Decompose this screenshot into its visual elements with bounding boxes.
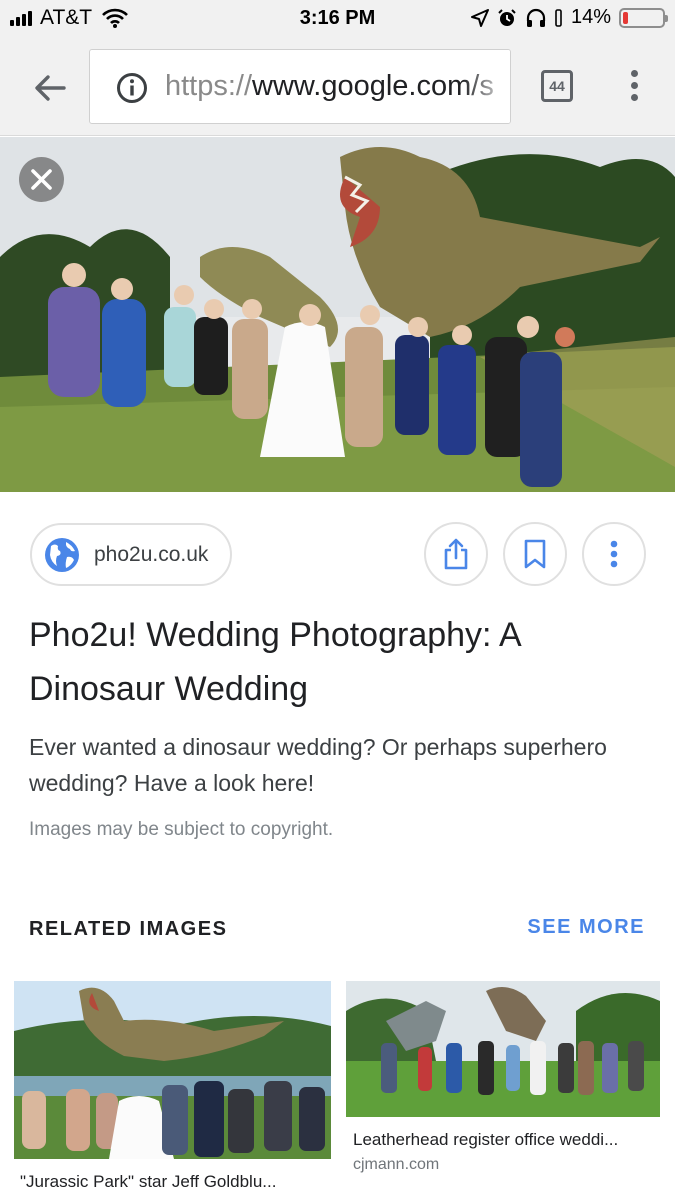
related-source-2: cjmann.com [353,1156,440,1173]
alarm-icon [498,8,516,26]
source-label: pho2u.co.uk [94,542,209,566]
related-caption-1[interactable]: "Jurassic Park" star Jeff Goldblu... [20,1172,276,1192]
share-button[interactable] [424,522,488,586]
hero-image[interactable] [0,137,675,492]
browser-toolbar: https://www.google.com/s 44 [0,38,675,136]
battery-icon [619,7,668,28]
globe-icon [45,537,79,572]
headphones-icon [526,8,546,27]
url-host: www.google.com/s [252,70,494,102]
source-chip[interactable]: pho2u.co.uk [30,523,232,586]
share-icon [444,538,468,570]
url-fade [462,50,510,123]
url-bar[interactable]: https://www.google.com/s [89,49,511,124]
battery-percent: 14% [570,6,611,28]
copyright-notice: Images may be subject to copyright. [29,819,334,840]
bookmark-icon [524,539,546,569]
info-icon[interactable] [116,72,148,104]
location-icon [470,8,489,27]
status-right-group: 14% [470,6,668,29]
related-caption-2[interactable]: Leatherhead register office weddi... [353,1130,618,1150]
related-image-2[interactable] [346,981,660,1117]
related-image-1[interactable] [14,981,331,1159]
result-title[interactable]: Pho2u! Wedding Photography: A Dinosaur W… [29,608,649,716]
related-images-heading: RELATED IMAGES [29,918,228,940]
bluetooth-bar-icon [555,8,562,27]
close-icon [31,169,52,190]
tabs-icon[interactable]: 44 [541,70,573,102]
url-scheme: https:// [165,70,253,102]
see-more-link[interactable]: SEE MORE [527,916,645,939]
battery-level-fill [623,11,628,24]
more-vert-icon[interactable] [624,70,644,104]
status-bar: AT&T 3:16 PM 14% [0,0,675,38]
close-button[interactable] [19,157,64,202]
url-text[interactable]: https://www.google.com/s [165,70,494,103]
result-description: Ever wanted a dinosaur wedding? Or perha… [29,734,607,796]
back-arrow-icon[interactable] [30,68,70,108]
more-vert-icon [610,540,618,568]
bookmark-button[interactable] [503,522,567,586]
more-actions-button[interactable] [582,522,646,586]
